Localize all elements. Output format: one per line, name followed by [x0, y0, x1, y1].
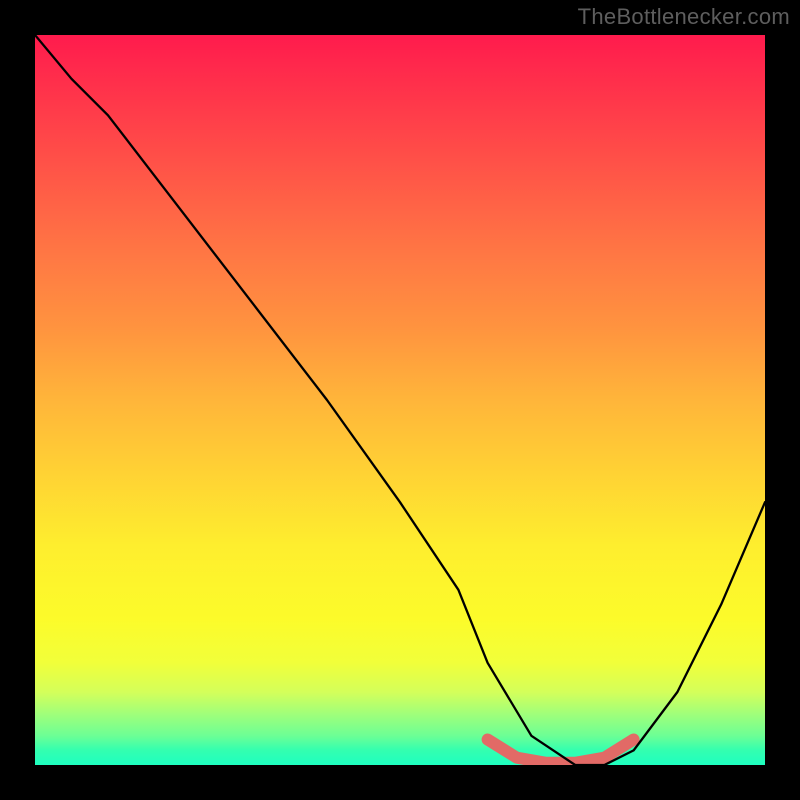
chart-svg — [35, 35, 765, 765]
bottleneck-curve — [35, 35, 765, 765]
watermark-text: TheBottlenecker.com — [578, 4, 790, 30]
chart-frame: TheBottlenecker.com — [0, 0, 800, 800]
highlight-segment — [488, 740, 634, 763]
plot-area — [35, 35, 765, 765]
